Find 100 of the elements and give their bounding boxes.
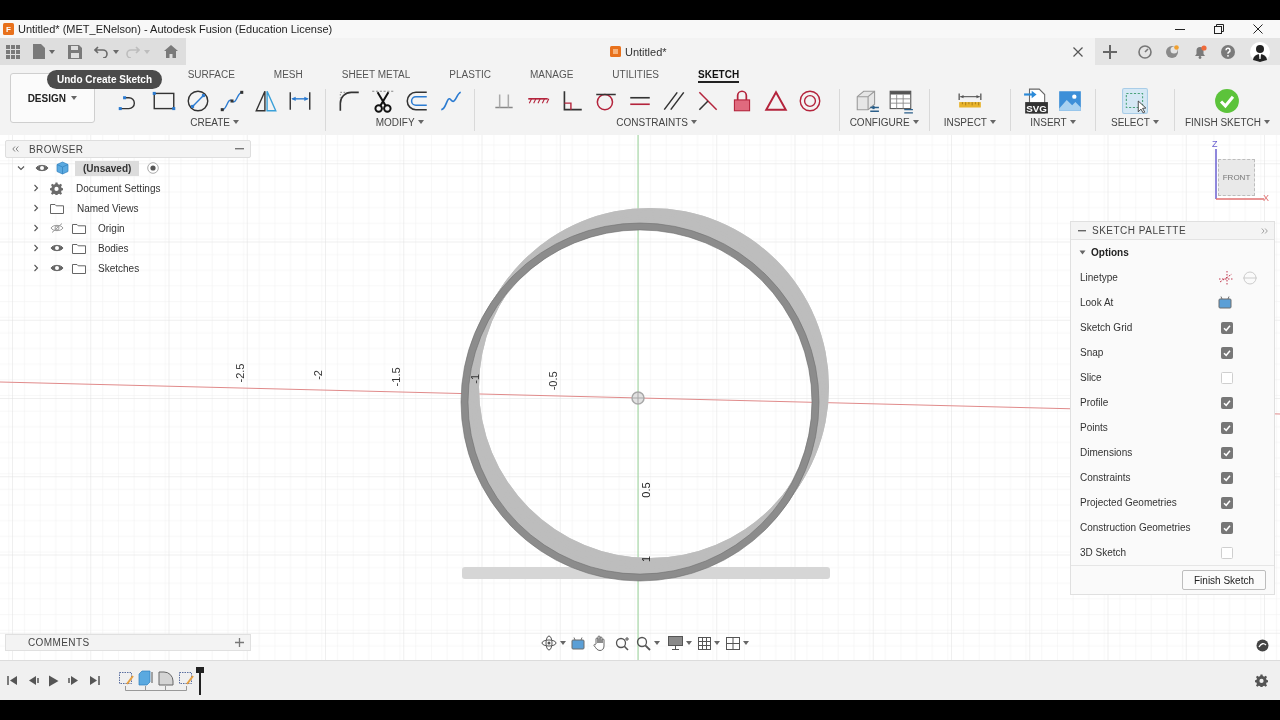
folder-icon[interactable] bbox=[72, 262, 86, 274]
tree-item-label[interactable]: Sketches bbox=[94, 260, 144, 276]
chevron-right-icon[interactable] bbox=[32, 224, 40, 232]
checkbox[interactable] bbox=[1221, 471, 1233, 484]
settings-icon[interactable] bbox=[1255, 674, 1268, 687]
tool-group-menu[interactable]: MODIFY bbox=[375, 115, 424, 129]
caret-icon[interactable] bbox=[989, 120, 996, 124]
triangle-down-icon[interactable] bbox=[1079, 249, 1086, 256]
tool-group-menu[interactable]: SELECT bbox=[1110, 115, 1159, 129]
gear-icon[interactable] bbox=[50, 181, 63, 195]
toolbar-tab[interactable]: MANAGE bbox=[530, 68, 574, 83]
eye-icon[interactable] bbox=[50, 243, 64, 253]
plus-icon[interactable] bbox=[235, 638, 244, 647]
checkbox[interactable] bbox=[1221, 321, 1233, 334]
tool-group-menu[interactable]: CONSTRAINTS bbox=[616, 115, 697, 129]
chevron-down-icon[interactable] bbox=[17, 164, 25, 172]
folder-icon[interactable] bbox=[72, 222, 86, 234]
checkbox[interactable] bbox=[1221, 521, 1233, 534]
table-sliders-icon[interactable] bbox=[888, 88, 915, 114]
checkbox[interactable] bbox=[1221, 346, 1233, 359]
look-at-icon[interactable] bbox=[1218, 296, 1232, 309]
select-box-icon[interactable] bbox=[1121, 88, 1148, 114]
help-icon[interactable] bbox=[1221, 44, 1235, 59]
caret-icon[interactable] bbox=[714, 641, 720, 645]
look-at-icon[interactable] bbox=[571, 636, 585, 650]
user-avatar-icon[interactable] bbox=[1250, 41, 1270, 62]
radio-icon[interactable] bbox=[147, 162, 160, 174]
play-icon[interactable] bbox=[48, 674, 59, 687]
bell-icon[interactable] bbox=[1193, 44, 1207, 59]
tree-item-label[interactable]: Bodies bbox=[94, 240, 133, 256]
checkbox[interactable] bbox=[1221, 496, 1233, 509]
timeline-marker[interactable] bbox=[196, 666, 204, 695]
checkbox[interactable] bbox=[1221, 421, 1233, 434]
eye-icon[interactable] bbox=[35, 163, 49, 173]
cube-sliders-icon[interactable] bbox=[854, 88, 881, 114]
caret-icon[interactable] bbox=[1152, 120, 1159, 124]
save-icon[interactable] bbox=[68, 44, 82, 59]
sketch-feature-icon[interactable] bbox=[118, 670, 134, 686]
skip-end-icon[interactable] bbox=[89, 675, 100, 686]
chevron-right-icon[interactable] bbox=[32, 184, 40, 192]
restore-icon[interactable] bbox=[1214, 24, 1224, 34]
tree-item-label[interactable]: Origin bbox=[94, 220, 129, 236]
toolbar-tab[interactable]: MESH bbox=[273, 68, 303, 83]
checkbox[interactable] bbox=[1221, 446, 1233, 459]
toolbar-tab[interactable]: SHEET METAL bbox=[341, 68, 411, 83]
pan-hand-icon[interactable] bbox=[593, 635, 607, 651]
tool-group-menu[interactable]: FINISH SKETCH bbox=[1184, 115, 1270, 129]
close-icon[interactable] bbox=[1253, 24, 1263, 34]
caret-icon[interactable] bbox=[690, 120, 697, 124]
eye-icon[interactable] bbox=[50, 263, 64, 273]
collapse-icon[interactable] bbox=[12, 146, 19, 152]
gauge-icon[interactable] bbox=[1138, 44, 1152, 59]
close-icon[interactable] bbox=[1073, 46, 1083, 57]
skip-start-icon[interactable] bbox=[7, 675, 18, 686]
section-header[interactable]: Options bbox=[1091, 247, 1129, 258]
step-forward-icon[interactable] bbox=[68, 675, 79, 686]
file-icon[interactable] bbox=[33, 44, 45, 59]
chevron-right-icon[interactable] bbox=[32, 244, 40, 252]
sketch-feature-icon[interactable] bbox=[178, 670, 194, 686]
check-circle-icon[interactable] bbox=[1214, 88, 1241, 114]
caret-icon[interactable] bbox=[417, 120, 424, 124]
triangle-icon[interactable] bbox=[762, 88, 789, 114]
spline-icon[interactable] bbox=[218, 88, 245, 114]
caret-icon[interactable] bbox=[49, 49, 55, 54]
caret-icon[interactable] bbox=[743, 641, 749, 645]
extrude-feature-icon[interactable] bbox=[138, 670, 154, 686]
chevron-right-icon[interactable] bbox=[32, 204, 40, 212]
status-circle-icon[interactable] bbox=[1256, 639, 1269, 652]
scissors-icon[interactable] bbox=[369, 88, 396, 114]
tool-group-menu[interactable]: CREATE bbox=[190, 115, 240, 129]
fillet-feature-icon[interactable] bbox=[158, 670, 174, 686]
toolbar-tab[interactable]: UTILITIES bbox=[612, 68, 660, 83]
tool-group-menu[interactable]: INSPECT bbox=[943, 115, 996, 129]
home-icon[interactable] bbox=[164, 45, 178, 58]
caret-icon[interactable] bbox=[560, 641, 566, 645]
orbit-icon[interactable] bbox=[541, 635, 557, 651]
caret-icon[interactable] bbox=[1264, 120, 1270, 124]
caret-icon[interactable] bbox=[654, 641, 660, 645]
image-icon[interactable] bbox=[1056, 88, 1083, 114]
finish-sketch-button[interactable]: Finish Sketch bbox=[1182, 570, 1266, 590]
folder-icon[interactable] bbox=[72, 242, 86, 254]
tree-item-label[interactable]: Named Views bbox=[73, 200, 143, 216]
toolbar-tab[interactable]: PLASTIC bbox=[449, 68, 491, 83]
caret-icon[interactable] bbox=[71, 96, 77, 100]
view-cube[interactable]: FRONT bbox=[1218, 159, 1255, 196]
chevron-right-icon[interactable] bbox=[32, 264, 40, 272]
tool-group-menu[interactable]: INSERT bbox=[1030, 115, 1076, 129]
zoom-icon[interactable] bbox=[615, 635, 630, 651]
checkbox[interactable] bbox=[1221, 396, 1233, 409]
step-back-icon[interactable] bbox=[28, 675, 39, 686]
crescent-icon[interactable] bbox=[1165, 44, 1179, 59]
caret-icon[interactable] bbox=[233, 120, 240, 124]
toolbar-tab[interactable]: SURFACE bbox=[187, 68, 235, 83]
apps-grid-icon[interactable] bbox=[6, 44, 20, 59]
folder-icon[interactable] bbox=[50, 202, 64, 214]
eye-hidden-icon[interactable] bbox=[50, 223, 64, 233]
plus-icon[interactable] bbox=[1103, 44, 1117, 59]
undo-icon[interactable] bbox=[94, 45, 108, 58]
toolbar-tab[interactable]: SKETCH bbox=[698, 68, 740, 83]
viewports-icon[interactable] bbox=[726, 636, 740, 650]
